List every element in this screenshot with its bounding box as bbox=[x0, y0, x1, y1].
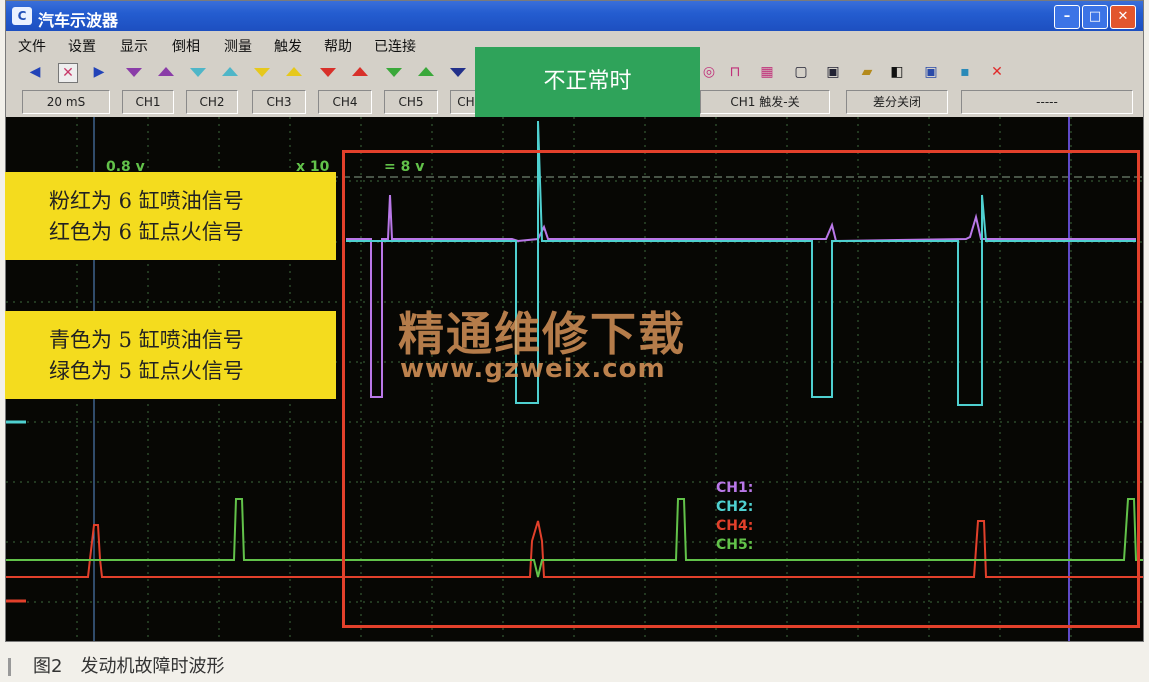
maximize-button[interactable]: □ bbox=[1082, 5, 1108, 29]
ch2-up-icon[interactable] bbox=[222, 67, 238, 76]
screen-icon[interactable]: ▣ bbox=[922, 63, 940, 81]
note1-line1: 粉红为 6 缸喷油信号 bbox=[49, 189, 244, 213]
menu-invert[interactable]: 倒相 bbox=[172, 36, 200, 56]
ch3-box[interactable]: CH3 bbox=[252, 90, 306, 114]
all-down-icon[interactable] bbox=[450, 68, 466, 77]
window-icon[interactable]: ▢ bbox=[792, 63, 810, 81]
stop-icon[interactable]: ✕ bbox=[988, 63, 1006, 81]
capture-icon[interactable]: ▪ bbox=[956, 63, 974, 81]
cancel-icon[interactable]: ✕ bbox=[58, 63, 78, 83]
ch3-down-icon[interactable] bbox=[254, 68, 270, 77]
app-logo-icon: C bbox=[12, 7, 32, 25]
ch2-down-icon[interactable] bbox=[190, 68, 206, 77]
measure-icon[interactable]: ◎ bbox=[700, 63, 718, 81]
open-folder-icon[interactable]: ▰ bbox=[858, 63, 876, 81]
menu-help[interactable]: 帮助 bbox=[324, 36, 352, 56]
ch5-box[interactable]: CH5 bbox=[384, 90, 438, 114]
close-button[interactable]: ✕ bbox=[1110, 5, 1136, 29]
grid-icon[interactable]: ▦ bbox=[758, 63, 776, 81]
menu-settings[interactable]: 设置 bbox=[68, 36, 96, 56]
ch5-up-icon[interactable] bbox=[418, 67, 434, 76]
menu-connected[interactable]: 已连接 bbox=[374, 36, 416, 56]
ch5-down-icon[interactable] bbox=[386, 68, 402, 77]
cylinder5-note: 青色为 5 缸喷油信号 绿色为 5 缸点火信号 bbox=[5, 311, 336, 399]
caption-bar bbox=[8, 658, 11, 676]
watermark-url: www.gzweix.com bbox=[400, 354, 666, 384]
timebase-display[interactable]: 20 mS bbox=[22, 90, 110, 114]
menu-trigger[interactable]: 触发 bbox=[274, 36, 302, 56]
contrast-icon[interactable]: ◧ bbox=[888, 63, 906, 81]
arrow-right-icon[interactable]: ▶ bbox=[90, 63, 108, 81]
ch3-up-icon[interactable] bbox=[286, 67, 302, 76]
note2-line1: 青色为 5 缸喷油信号 bbox=[49, 328, 244, 352]
abnormal-banner: 不正常时 bbox=[475, 47, 700, 117]
figure-caption: 图2 发动机故障时波形 bbox=[8, 652, 224, 678]
arrow-left-icon[interactable]: ◀ bbox=[26, 63, 44, 81]
menu-measure[interactable]: 测量 bbox=[224, 36, 252, 56]
cylinder6-note: 粉红为 6 缸喷油信号 红色为 6 缸点火信号 bbox=[5, 172, 336, 260]
ch2-box[interactable]: CH2 bbox=[186, 90, 238, 114]
ch4-down-icon[interactable] bbox=[320, 68, 336, 77]
ch1-box[interactable]: CH1 bbox=[122, 90, 174, 114]
trigger-status[interactable]: CH1 触发-关 bbox=[700, 90, 830, 114]
ch4-box[interactable]: CH4 bbox=[318, 90, 372, 114]
caption-text: 图2 发动机故障时波形 bbox=[33, 656, 225, 677]
ch1-up-icon[interactable] bbox=[158, 67, 174, 76]
extra-status: ----- bbox=[961, 90, 1133, 114]
menu-file[interactable]: 文件 bbox=[18, 36, 46, 56]
minimize-button[interactable]: – bbox=[1054, 5, 1080, 29]
note1-line2: 红色为 6 缸点火信号 bbox=[49, 220, 244, 244]
note2-line2: 绿色为 5 缸点火信号 bbox=[49, 359, 244, 383]
window-title: 汽车示波器 bbox=[38, 11, 119, 30]
pulse-icon[interactable]: ⊓ bbox=[726, 63, 744, 81]
diff-status[interactable]: 差分关闭 bbox=[846, 90, 948, 114]
menu-display[interactable]: 显示 bbox=[120, 36, 148, 56]
title-bar: C 汽车示波器 – □ ✕ bbox=[6, 1, 1143, 31]
abnormal-region-frame bbox=[342, 150, 1140, 628]
ch1-down-icon[interactable] bbox=[126, 68, 142, 77]
ch4-up-icon[interactable] bbox=[352, 67, 368, 76]
save-icon[interactable]: ▣ bbox=[824, 63, 842, 81]
